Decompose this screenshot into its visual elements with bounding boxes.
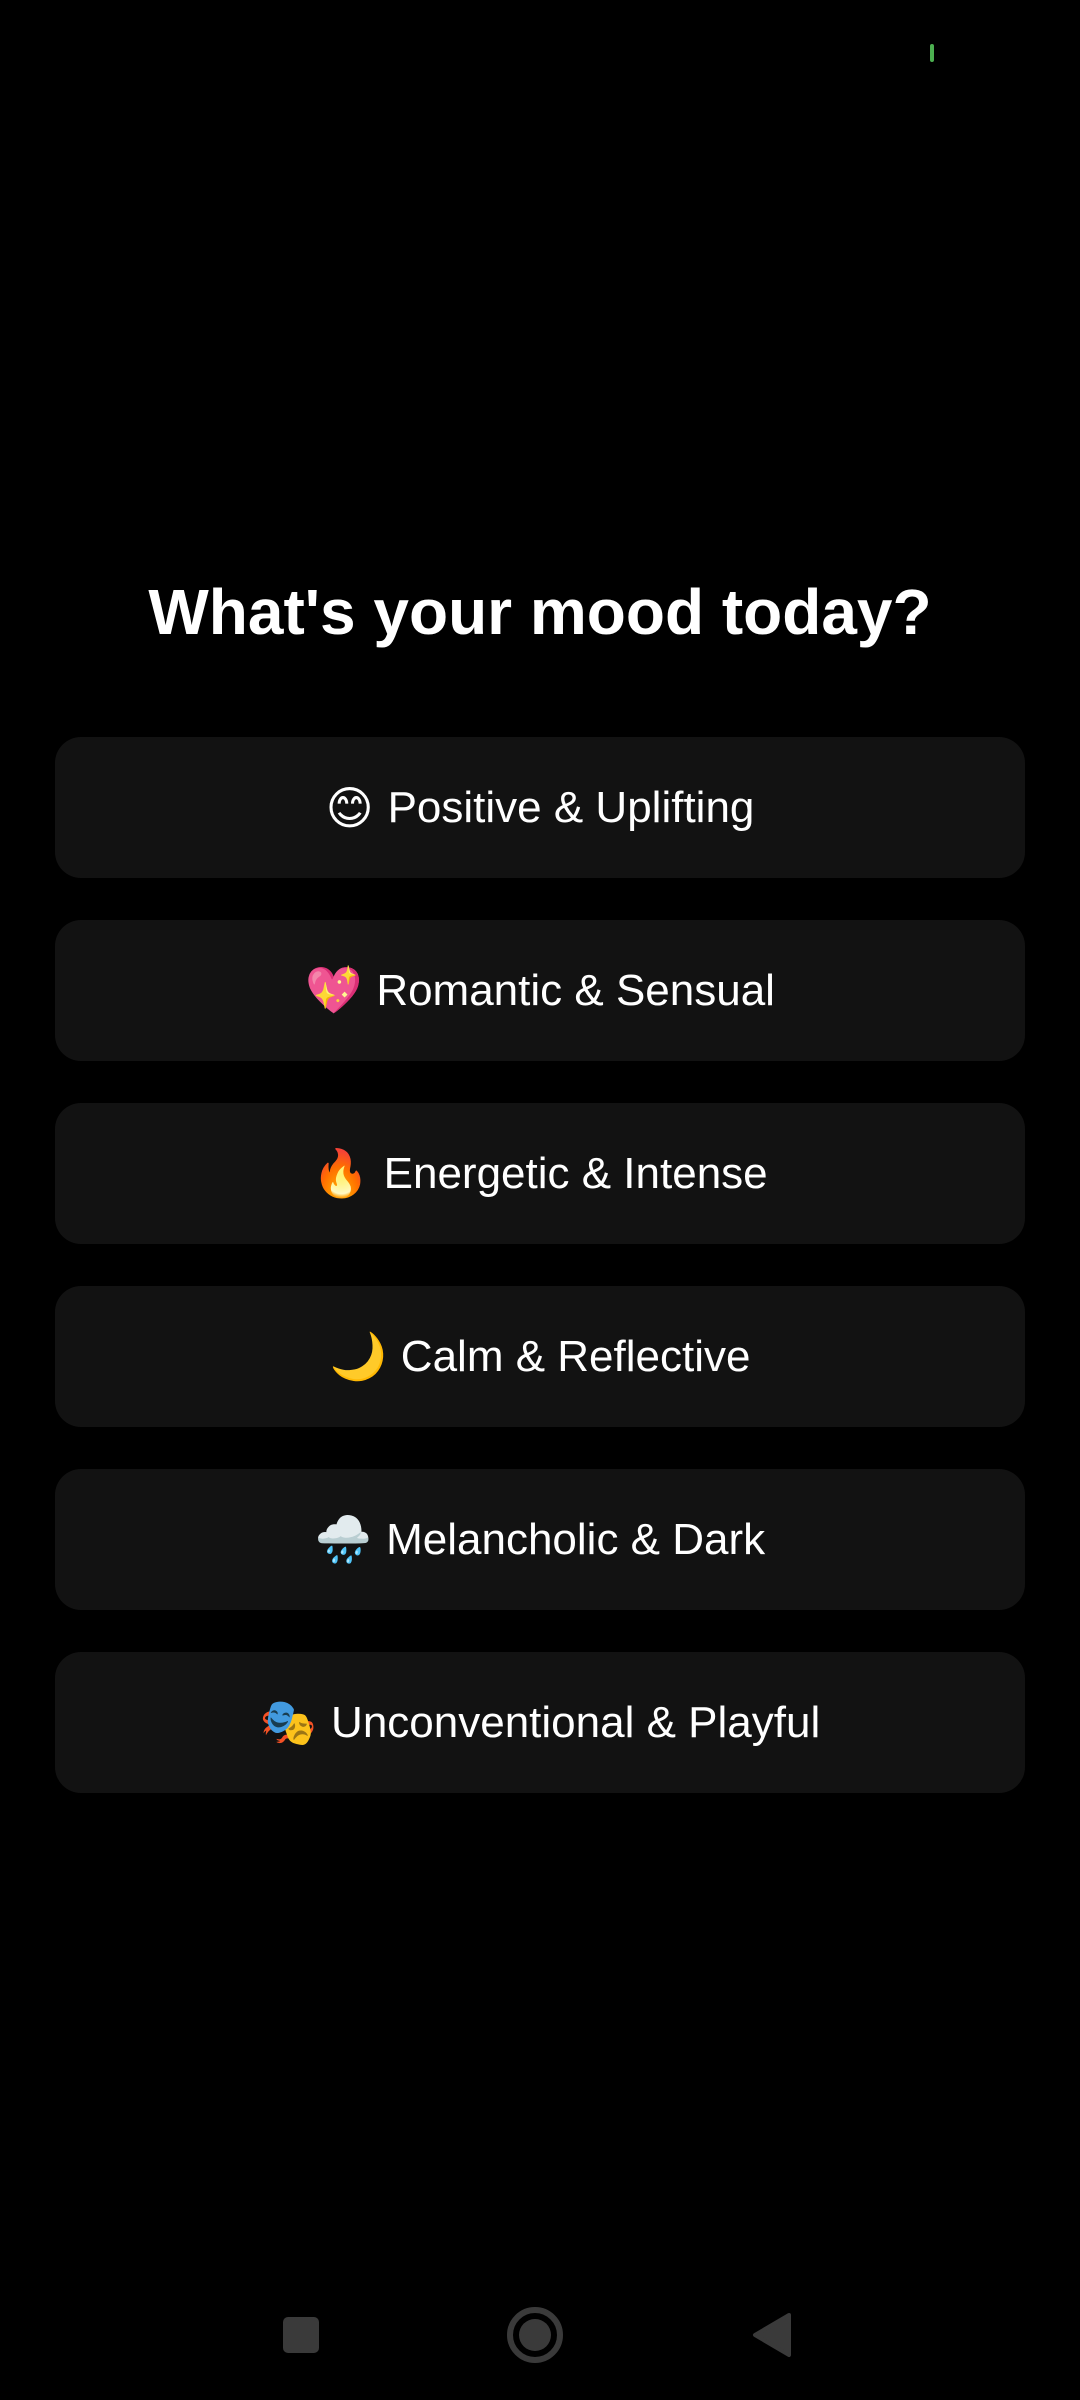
- recents-icon: [283, 2317, 319, 2353]
- home-icon: [507, 2307, 563, 2363]
- mood-list: 😊 Positive & Uplifting 💖 Romantic & Sens…: [55, 737, 1025, 1835]
- mood-option-romantic[interactable]: 💖 Romantic & Sensual: [55, 920, 1025, 1061]
- sparkling-heart-icon: 💖: [305, 963, 363, 1017]
- fire-icon: 🔥: [312, 1146, 370, 1200]
- page-title: What's your mood today?: [148, 576, 932, 648]
- recents-button[interactable]: [256, 2290, 346, 2380]
- mood-option-energetic[interactable]: 🔥 Energetic & Intense: [55, 1103, 1025, 1244]
- mood-option-label: Calm & Reflective: [400, 1331, 751, 1381]
- mood-option-label: Unconventional & Playful: [331, 1697, 821, 1747]
- mood-option-label: Romantic & Sensual: [376, 965, 775, 1015]
- mood-option-label: Energetic & Intense: [383, 1148, 768, 1198]
- mood-option-label: Melancholic & Dark: [386, 1514, 766, 1564]
- theater-masks-icon: 🎭: [259, 1695, 318, 1749]
- mood-option-melancholic[interactable]: 🌧️ Melancholic & Dark: [55, 1469, 1025, 1610]
- mood-option-label: Positive & Uplifting: [387, 782, 755, 832]
- back-icon: [753, 2313, 791, 2357]
- crescent-moon-icon: 🌙: [329, 1329, 387, 1383]
- home-button[interactable]: [490, 2290, 580, 2380]
- mood-option-unconventional[interactable]: 🎭 Unconventional & Playful: [55, 1652, 1025, 1793]
- rain-cloud-icon: 🌧️: [314, 1512, 373, 1566]
- system-navigation-bar: [0, 2290, 1080, 2380]
- back-button[interactable]: [726, 2290, 816, 2380]
- status-indicator: [930, 44, 934, 62]
- smiling-face-icon: 😊: [325, 780, 374, 835]
- mood-option-calm[interactable]: 🌙 Calm & Reflective: [55, 1286, 1025, 1427]
- mood-option-positive[interactable]: 😊 Positive & Uplifting: [55, 737, 1025, 878]
